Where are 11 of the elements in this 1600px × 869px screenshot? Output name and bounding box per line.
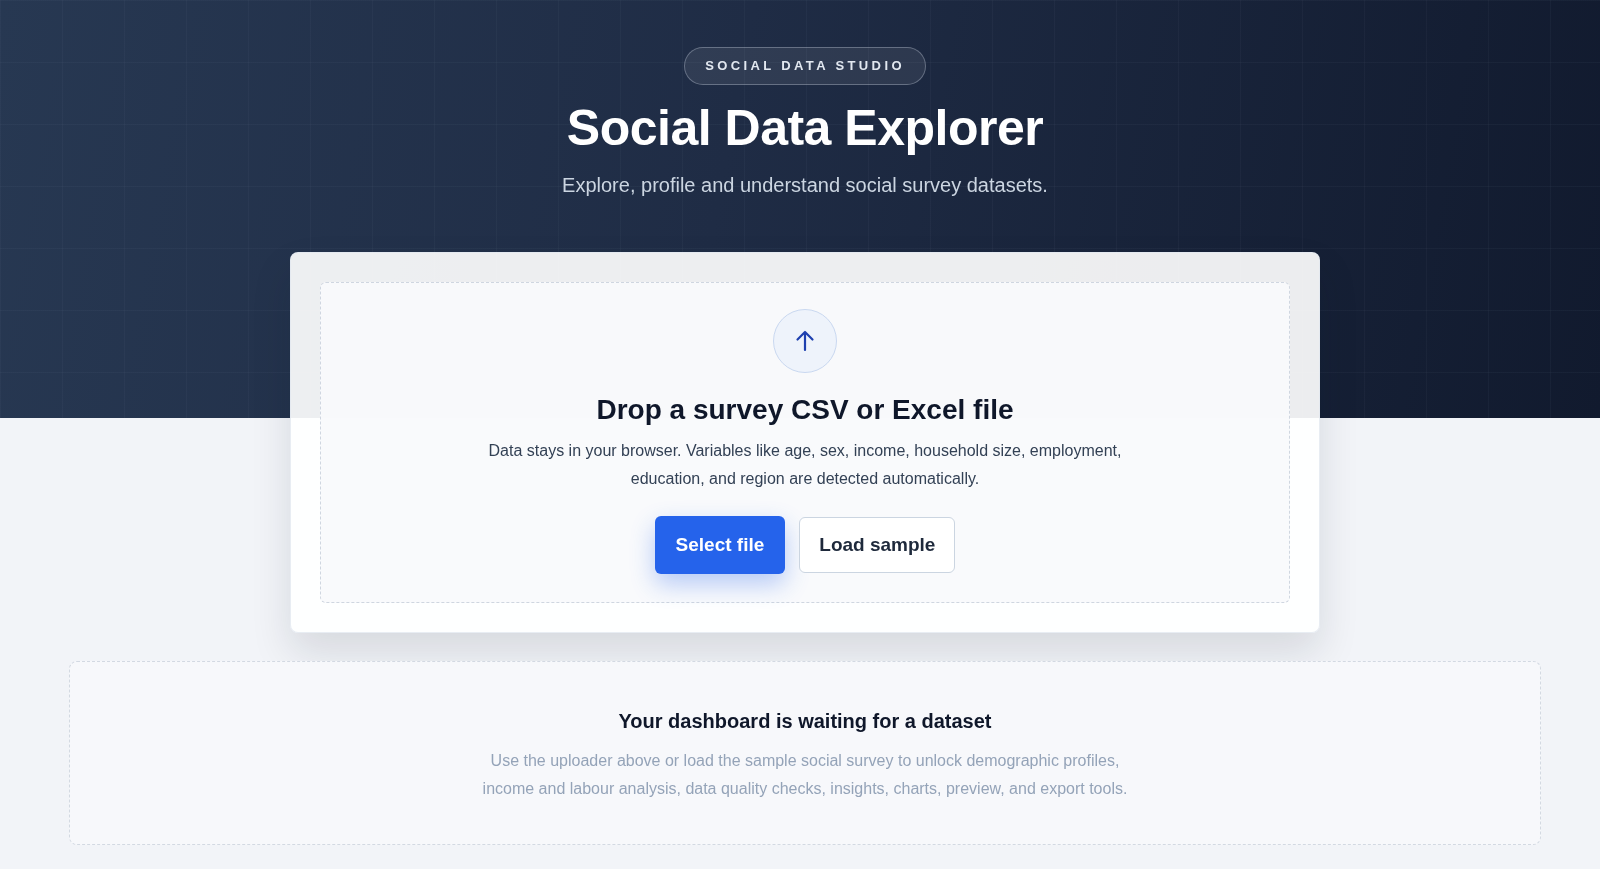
drop-zone[interactable]: Drop a survey CSV or Excel file Data stays in your browser. Variables like age, sex, income, household size, employment, education, and region are detected automatically. Select file Load sample bbox=[320, 282, 1290, 603]
empty-state-title: Your dashboard is waiting for a dataset bbox=[618, 709, 992, 734]
drop-zone-description: Data stays in your browser. Variables like age, sex, income, household size, employment, education, and region are detected automatically. bbox=[487, 441, 1123, 489]
studio-badge: SOCIAL DATA STUDIO bbox=[684, 47, 926, 85]
empty-state-message: Use the uploader above or load the sample social survey to unlock demographic profiles, income and labour analysis, data quality checks, insights, charts, preview, and export tools. bbox=[481, 751, 1129, 799]
drop-zone-heading: Drop a survey CSV or Excel file bbox=[596, 393, 1014, 427]
page-subtitle: Explore, profile and understand social survey datasets. bbox=[562, 173, 1048, 198]
upload-icon bbox=[773, 309, 837, 373]
page-title: Social Data Explorer bbox=[566, 99, 1044, 158]
load-sample-button[interactable]: Load sample bbox=[799, 517, 956, 573]
select-file-button[interactable]: Select file bbox=[654, 516, 786, 574]
